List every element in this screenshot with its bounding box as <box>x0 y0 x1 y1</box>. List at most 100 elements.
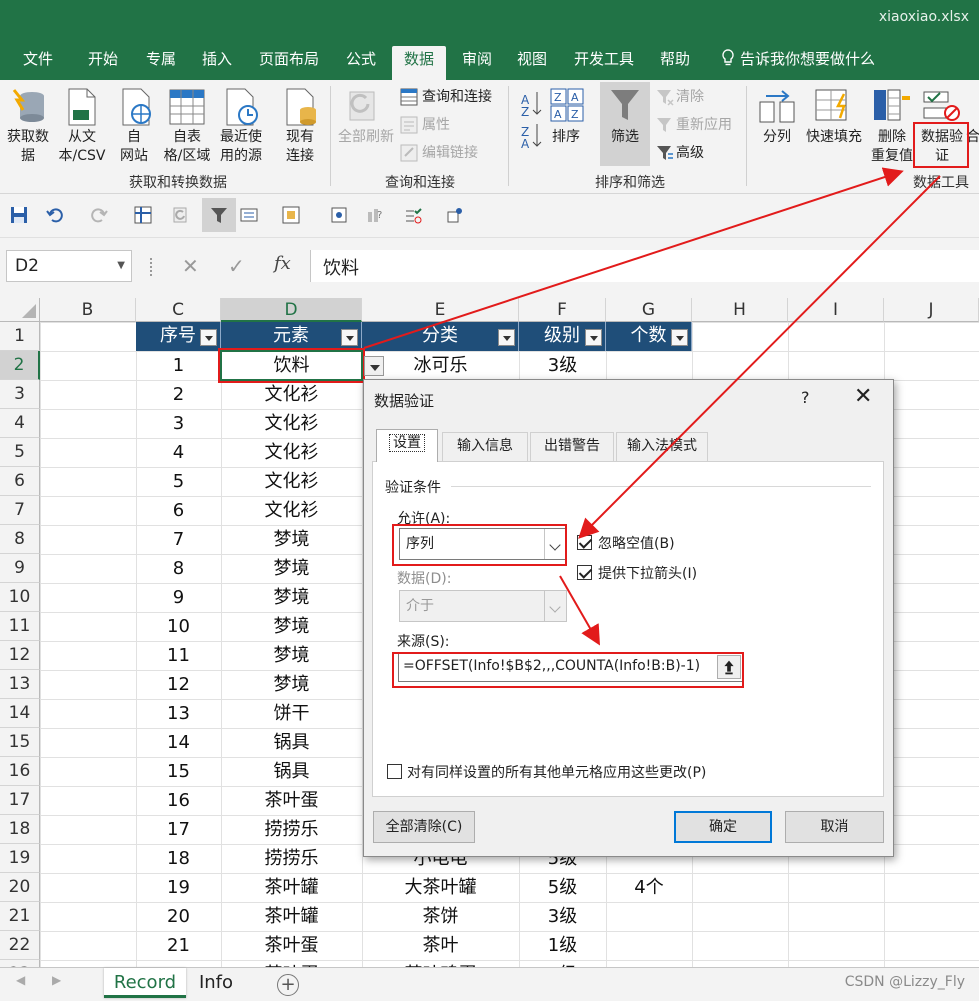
row-header-17[interactable]: 17 <box>0 786 40 815</box>
data-operator-select[interactable]: 介于 <box>399 590 567 622</box>
scroll-right-icon[interactable]: ▶ <box>52 973 61 987</box>
row-header-2[interactable]: 2 <box>0 351 40 380</box>
cancel-button[interactable]: 取消 <box>785 811 884 843</box>
share-workbook-icon[interactable] <box>446 206 464 224</box>
cell-c9[interactable]: 8 <box>136 554 221 583</box>
cancel-entry-icon[interactable]: ✕ <box>182 254 199 278</box>
validation-qat-icon[interactable] <box>404 206 422 224</box>
cell-c8[interactable]: 7 <box>136 525 221 554</box>
filter-dropdown-icon[interactable] <box>671 329 688 346</box>
cell-d13[interactable]: 梦境 <box>221 670 362 699</box>
row-header-3[interactable]: 3 <box>0 380 40 409</box>
tab-home[interactable]: 开始 <box>78 46 128 80</box>
cell-f2[interactable]: 3级 <box>519 351 606 380</box>
cell-d3[interactable]: 文化衫 <box>221 380 362 409</box>
cell-e21[interactable]: 茶饼 <box>362 902 519 931</box>
cell-c2[interactable]: 1 <box>136 351 221 380</box>
ok-button[interactable]: 确定 <box>674 811 772 843</box>
filter-dropdown-icon[interactable] <box>498 329 515 346</box>
from-csv-button[interactable]: 从文 本/CSV <box>52 128 112 166</box>
cell-d17[interactable]: 茶叶蛋 <box>221 786 362 815</box>
row-header-15[interactable]: 15 <box>0 728 40 757</box>
existing-connections-button[interactable]: 现有 连接 <box>278 128 322 166</box>
filter-dropdown-icon[interactable] <box>585 329 602 346</box>
sheet-tab-info[interactable]: Info <box>190 968 242 998</box>
cell-d4[interactable]: 文化衫 <box>221 409 362 438</box>
tab-input-message[interactable]: 输入信息 <box>442 432 528 461</box>
cell-c10[interactable]: 9 <box>136 583 221 612</box>
sheet-tab-record[interactable]: Record <box>104 968 186 998</box>
flash-fill-button[interactable]: 快速填充 <box>802 128 866 147</box>
ignore-blank-checkbox[interactable] <box>577 535 592 550</box>
tab-ime-mode[interactable]: 输入法模式 <box>616 432 708 461</box>
row-header-19[interactable]: 19 <box>0 844 40 873</box>
cell-d9[interactable]: 梦境 <box>221 554 362 583</box>
cell-c16[interactable]: 15 <box>136 757 221 786</box>
column-header-g[interactable]: G <box>606 298 692 322</box>
filter-dropdown-icon[interactable] <box>200 329 217 346</box>
column-header-b[interactable]: B <box>40 298 136 322</box>
close-icon[interactable]: ✕ <box>854 384 872 409</box>
redo-icon[interactable] <box>90 206 108 224</box>
refresh-all-button[interactable]: 全部刷新 <box>334 128 398 147</box>
chevron-down-icon[interactable]: ▼ <box>117 251 125 281</box>
cell-d12[interactable]: 梦境 <box>221 641 362 670</box>
cell-f21[interactable]: 3级 <box>519 902 606 931</box>
cell-c19[interactable]: 18 <box>136 844 221 873</box>
get-data-button[interactable]: 获取数 据 <box>2 128 54 166</box>
apply-all-checkbox[interactable] <box>387 764 402 779</box>
add-sheet-icon[interactable]: + <box>277 974 299 996</box>
formula-bar-grip[interactable] <box>150 258 153 276</box>
what-if-icon[interactable]: ? <box>366 206 384 224</box>
cell-d16[interactable]: 锅具 <box>221 757 362 786</box>
freeze-panes-icon[interactable] <box>134 206 152 224</box>
sort-button[interactable]: 排序 <box>546 128 586 147</box>
from-web-button[interactable]: 自 网站 <box>114 128 154 166</box>
row-header-21[interactable]: 21 <box>0 902 40 931</box>
tell-me-search[interactable]: 告诉我你想要做什么 <box>740 46 880 80</box>
cell-c6[interactable]: 5 <box>136 467 221 496</box>
row-header-12[interactable]: 12 <box>0 641 40 670</box>
properties-button[interactable]: 属性 <box>422 116 482 135</box>
cell-c4[interactable]: 3 <box>136 409 221 438</box>
from-table-button[interactable]: 自表 格/区域 <box>158 128 216 166</box>
filter-button[interactable]: 筛选 <box>602 128 648 147</box>
cell-e2[interactable]: 冰可乐 <box>362 351 519 380</box>
clear-filter-button[interactable]: 清除 <box>676 88 716 107</box>
row-header-11[interactable]: 11 <box>0 612 40 641</box>
clear-all-button[interactable]: 全部清除(C) <box>373 811 475 843</box>
select-all-corner[interactable] <box>0 298 40 322</box>
recent-sources-button[interactable]: 最近使 用的源 <box>214 128 268 166</box>
tab-file[interactable]: 文件 <box>12 46 64 80</box>
tab-page-layout[interactable]: 页面布局 <box>250 46 328 80</box>
column-header-h[interactable]: H <box>692 298 788 322</box>
confirm-entry-icon[interactable]: ✓ <box>228 254 245 278</box>
cell-dropdown-button[interactable] <box>364 356 384 376</box>
column-header-c[interactable]: C <box>136 298 221 322</box>
cell-f20[interactable]: 5级 <box>519 873 606 902</box>
cell-c14[interactable]: 13 <box>136 699 221 728</box>
cell-c7[interactable]: 6 <box>136 496 221 525</box>
cell-d7[interactable]: 文化衫 <box>221 496 362 525</box>
cell-c12[interactable]: 11 <box>136 641 221 670</box>
cell-d15[interactable]: 锅具 <box>221 728 362 757</box>
cell-c21[interactable]: 20 <box>136 902 221 931</box>
remove-duplicates-button[interactable]: 删除 重复值 <box>868 128 916 166</box>
row-header-7[interactable]: 7 <box>0 496 40 525</box>
column-header-d[interactable]: D <box>221 298 362 322</box>
cell-d20[interactable]: 茶叶罐 <box>221 873 362 902</box>
row-header-9[interactable]: 9 <box>0 554 40 583</box>
tab-developer[interactable]: 开发工具 <box>564 46 644 80</box>
tab-error-alert[interactable]: 出错警告 <box>530 432 614 461</box>
cell-d22[interactable]: 茶叶蛋 <box>221 931 362 960</box>
row-header-22[interactable]: 22 <box>0 931 40 960</box>
cell-c11[interactable]: 10 <box>136 612 221 641</box>
insert-function-icon[interactable]: fx <box>274 253 291 274</box>
cell-c3[interactable]: 2 <box>136 380 221 409</box>
column-header-i[interactable]: I <box>788 298 884 322</box>
name-box[interactable]: D2 ▼ <box>6 250 132 282</box>
cell-d14[interactable]: 饼干 <box>221 699 362 728</box>
text-to-columns-button[interactable]: 分列 <box>756 128 798 147</box>
cell-d6[interactable]: 文化衫 <box>221 467 362 496</box>
cell-c17[interactable]: 16 <box>136 786 221 815</box>
